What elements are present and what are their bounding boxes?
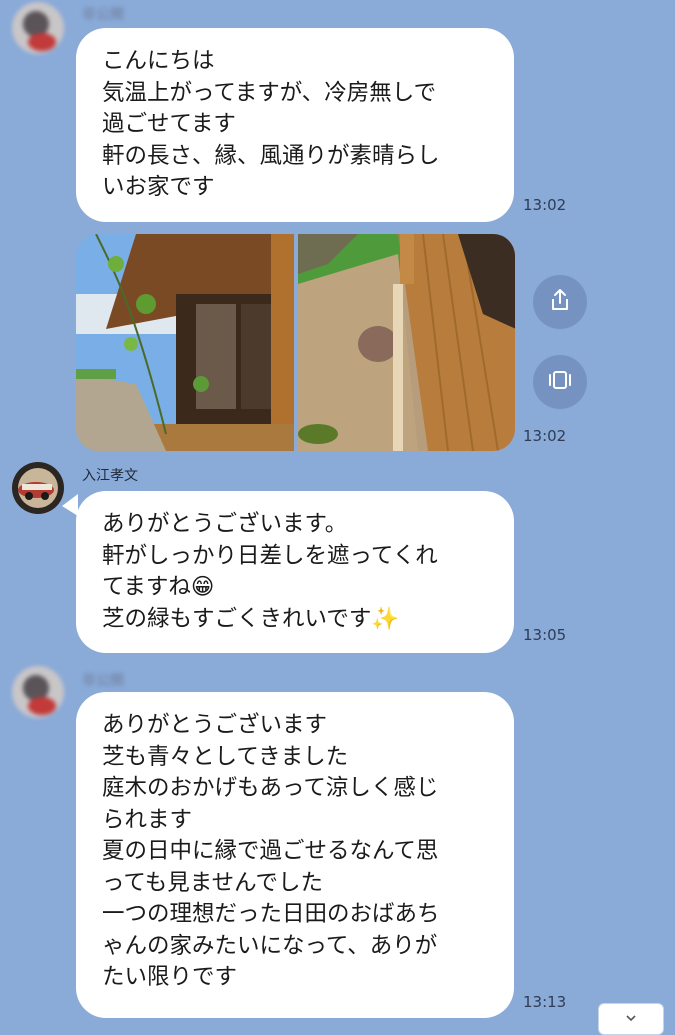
- message-bubble[interactable]: こんにちは 気温上がってますが、冷房無しで 過ごせてます 軒の長さ、縁、風通りが…: [76, 28, 514, 222]
- message-timestamp: 13:02: [523, 196, 567, 214]
- sender-avatar-blurred[interactable]: [12, 2, 64, 54]
- message-line: っても見ませんでした: [102, 869, 323, 896]
- message-line: 夏の日中に縁で過ごせるなんて思: [102, 838, 439, 864]
- share-button[interactable]: [533, 275, 587, 329]
- sender-avatar[interactable]: [12, 462, 64, 514]
- message-line: いお家です: [102, 174, 215, 200]
- message-timestamp: 13:13: [523, 993, 567, 1011]
- message-line: たい限りです: [102, 964, 238, 990]
- message-line: られます: [102, 806, 193, 833]
- message-line: てますね😁: [102, 574, 215, 600]
- message-bubble[interactable]: ありがとうございます。 軒がしっかり日差しを遮ってくれ てますね😁 芝の緑もすご…: [76, 491, 514, 653]
- message-line: 軒がしっかり日差しを遮ってくれ: [102, 542, 438, 569]
- message-line: 一つの理想だった日田のおばあち: [102, 901, 440, 927]
- message-line: ありがとうございます: [102, 712, 328, 738]
- house-veranda-garden-photo[interactable]: [76, 234, 294, 451]
- message-line: 庭木のおかげもあって涼しく感じ: [102, 775, 439, 801]
- gallery-icon: [547, 367, 573, 397]
- gallery-button[interactable]: [533, 355, 587, 409]
- message-timestamp: 13:02: [523, 427, 567, 445]
- message-line: 芝の緑もすごくきれいです✨: [102, 605, 400, 632]
- scroll-to-bottom-button[interactable]: [598, 1003, 664, 1035]
- message-bubble[interactable]: ありがとうございます 芝も青々としてきました 庭木のおかげもあって涼しく感じ ら…: [76, 692, 514, 1018]
- message-line: 過ごせてます: [102, 111, 236, 137]
- message-line: 気温上がってますが、冷房無しで: [102, 79, 437, 106]
- chevron-down-icon: [623, 1010, 639, 1030]
- sender-name: 非公開: [82, 7, 124, 23]
- message-line: 軒の長さ、縁、風通りが素晴らし: [102, 142, 440, 169]
- message-line: ゃんの家みたいになって、ありが: [102, 932, 438, 959]
- message-line: 芝も青々としてきました: [102, 743, 349, 770]
- sender-name: 入江孝文: [82, 468, 138, 484]
- sender-avatar-blurred[interactable]: [12, 666, 64, 718]
- wooden-deck-gravel-photo[interactable]: [297, 234, 515, 451]
- photo-group[interactable]: [76, 234, 515, 451]
- bubble-tail: [62, 494, 78, 516]
- share-icon: [547, 287, 573, 317]
- message-line: こんにちは: [102, 48, 215, 74]
- message-line: ありがとうございます。: [102, 511, 348, 537]
- sender-name: 非公開: [82, 673, 124, 689]
- message-timestamp: 13:05: [523, 626, 567, 644]
